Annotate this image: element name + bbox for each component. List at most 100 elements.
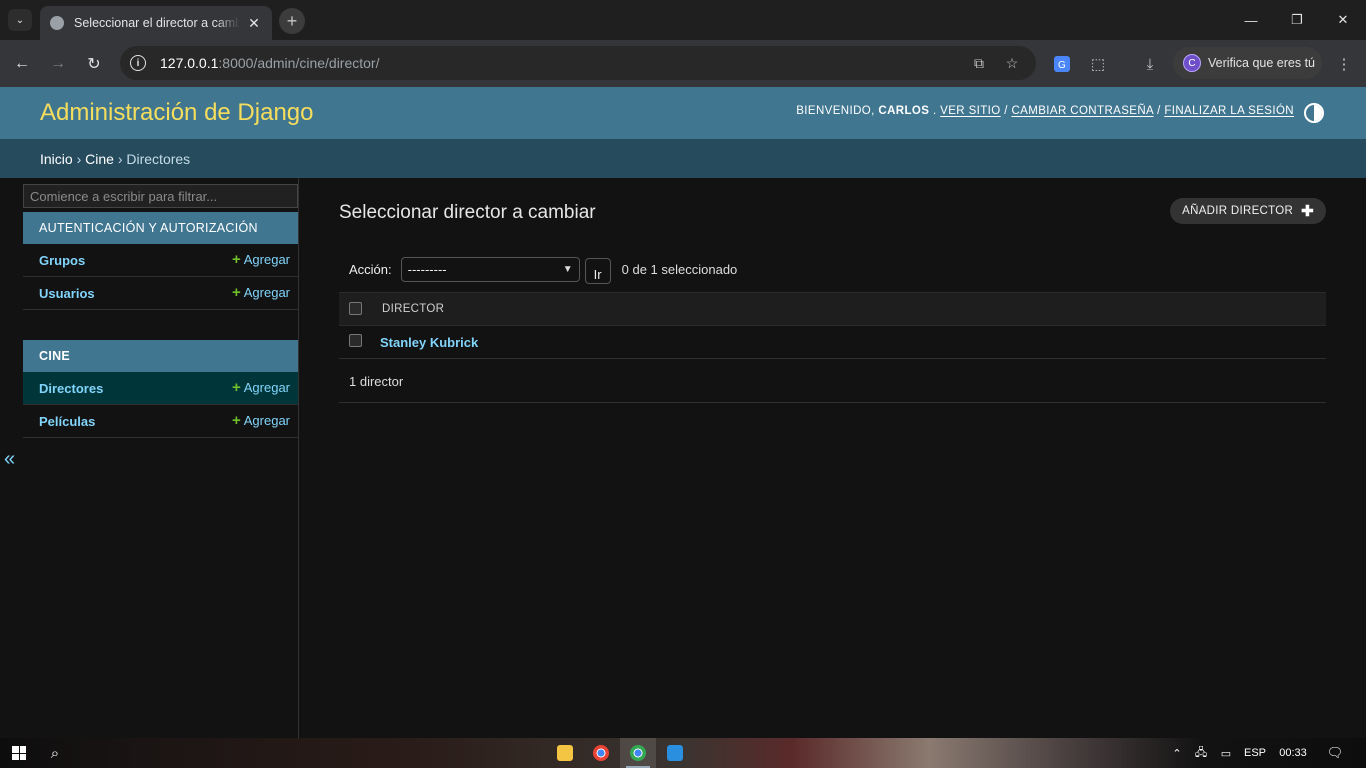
separator: / bbox=[1004, 105, 1008, 117]
action-select[interactable]: --------- ▼ bbox=[400, 256, 580, 282]
add-label: Agregar bbox=[243, 285, 290, 300]
chrome-icon[interactable] bbox=[584, 738, 618, 768]
browser-tab[interactable]: Seleccionar el director a cambiar | Siti… bbox=[40, 6, 272, 40]
username: Carlos bbox=[878, 105, 930, 117]
admin-header: Administración de Django Bienvenido, Car… bbox=[0, 87, 1366, 139]
select-all-checkbox[interactable] bbox=[349, 302, 362, 315]
breadcrumb: Inicio › Cine › Directores bbox=[0, 139, 1366, 178]
browser-menu-icon[interactable]: ⋮ bbox=[1332, 52, 1356, 76]
app-caption-cine[interactable]: Cine bbox=[23, 340, 298, 372]
main-content: Seleccionar director a cambiar Añadir di… bbox=[339, 178, 1326, 738]
add-usuarios-link[interactable]: + Agregar bbox=[232, 285, 290, 300]
view-site-link[interactable]: Ver sitio bbox=[940, 105, 1000, 117]
profile-chip[interactable]: C Verifica que eres tú bbox=[1173, 47, 1322, 79]
page-title: Seleccionar director a cambiar bbox=[339, 202, 596, 223]
globe-icon bbox=[50, 16, 64, 30]
add-peliculas-link[interactable]: + Agregar bbox=[232, 413, 290, 428]
bookmark-star-icon[interactable]: ☆ bbox=[1003, 54, 1021, 72]
action-bar: Acción: --------- ▼ Ir 0 de 1 selecciona… bbox=[349, 254, 737, 284]
network-icon[interactable]: 🖧 bbox=[1190, 738, 1212, 768]
tab-search-chevron-icon[interactable]: ⌄ bbox=[8, 9, 32, 31]
sidebar-item-directores: Directores + Agregar bbox=[23, 372, 298, 405]
nav-sidebar: Autenticación y autorización Grupos +Agr… bbox=[22, 178, 299, 738]
download-icon[interactable]: ⤓ bbox=[1138, 52, 1162, 76]
add-director-button[interactable]: Añadir director ✚ bbox=[1170, 198, 1326, 224]
tab-close-icon[interactable]: ✕ bbox=[246, 15, 262, 32]
add-label: Agregar bbox=[243, 380, 290, 395]
reload-button[interactable]: ↻ bbox=[82, 52, 106, 76]
theme-toggle-icon[interactable] bbox=[1304, 103, 1324, 123]
row-link-director[interactable]: Stanley Kubrick bbox=[380, 335, 478, 350]
site-info-icon[interactable]: i bbox=[130, 55, 146, 71]
google-translate-extension-icon[interactable]: G bbox=[1050, 52, 1074, 76]
table-row: Stanley Kubrick bbox=[339, 326, 1326, 359]
breadcrumb-home[interactable]: Inicio bbox=[40, 151, 73, 167]
add-label: Agregar bbox=[243, 413, 290, 428]
plus-icon: + bbox=[231, 412, 241, 429]
profile-label: Verifica que eres tú bbox=[1208, 56, 1316, 70]
selection-counter: 0 de 1 seleccionado bbox=[621, 261, 738, 277]
model-link-usuarios[interactable]: Usuarios bbox=[39, 286, 95, 301]
change-password-link[interactable]: Cambiar contraseña bbox=[1011, 105, 1153, 117]
extensions-puzzle-icon[interactable]: ⬚ bbox=[1086, 52, 1110, 76]
sidebar-collapse-toggle[interactable]: « bbox=[4, 448, 15, 471]
address-bar[interactable]: i 127.0.0.1:8000/admin/cine/director/ ⧉ … bbox=[120, 46, 1036, 80]
site-brand[interactable]: Administración de Django bbox=[40, 99, 313, 127]
app-caption-auth[interactable]: Autenticación y autorización bbox=[23, 212, 298, 244]
profile-avatar: C bbox=[1183, 54, 1201, 72]
windows-taskbar: ⌕ ⌃ 🖧 ▭ ESP 00:33 🗨 bbox=[0, 738, 1366, 768]
back-button[interactable]: ← bbox=[10, 52, 34, 76]
action-selected-value: --------- bbox=[407, 261, 447, 277]
model-link-directores[interactable]: Directores bbox=[39, 381, 103, 396]
add-directores-link[interactable]: + Agregar bbox=[232, 380, 290, 395]
separator: / bbox=[1157, 105, 1161, 117]
app-module-auth: Autenticación y autorización Grupos + Agr… bbox=[23, 212, 298, 310]
show-hidden-icons-chevron-icon[interactable]: ⌃ bbox=[1166, 738, 1188, 768]
add-label: Agregar bbox=[243, 252, 290, 267]
add-grupos-link[interactable]: + Agregar bbox=[232, 252, 290, 267]
forward-button[interactable]: → bbox=[46, 52, 70, 76]
sidebar-item-usuarios: Usuarios + Agregar bbox=[23, 277, 298, 310]
vscode-icon[interactable] bbox=[658, 738, 692, 768]
go-button[interactable]: Ir bbox=[584, 258, 611, 284]
breadcrumb-current: Directores bbox=[126, 151, 191, 167]
sidebar-item-peliculas: Películas + Agregar bbox=[23, 405, 298, 438]
plus-icon: + bbox=[231, 251, 241, 268]
breadcrumb-separator: › bbox=[117, 151, 123, 167]
plus-icon: ✚ bbox=[1301, 203, 1314, 220]
translate-icon[interactable]: ⧉ bbox=[970, 54, 988, 72]
logout-link[interactable]: Finalizar la sesión bbox=[1164, 105, 1294, 117]
separator: . bbox=[932, 105, 937, 117]
breadcrumb-separator: › bbox=[76, 151, 82, 167]
windows-logo-icon bbox=[12, 746, 26, 760]
search-icon[interactable]: ⌕ bbox=[38, 738, 72, 768]
paginator: 1 director bbox=[339, 359, 1326, 403]
row-checkbox[interactable] bbox=[349, 334, 362, 347]
sidebar-item-grupos: Grupos + Agregar bbox=[23, 244, 298, 277]
model-link-peliculas[interactable]: Películas bbox=[39, 414, 95, 429]
column-header-director[interactable]: Director bbox=[382, 303, 444, 315]
file-explorer-icon[interactable] bbox=[548, 738, 582, 768]
model-link-grupos[interactable]: Grupos bbox=[39, 253, 85, 268]
start-button[interactable] bbox=[2, 738, 36, 768]
minimize-button[interactable]: — bbox=[1228, 0, 1274, 40]
add-director-label: Añadir director bbox=[1182, 205, 1294, 217]
notification-icon[interactable]: 🗨 bbox=[1320, 738, 1350, 768]
plus-icon: + bbox=[231, 284, 241, 301]
nav-filter-input[interactable] bbox=[23, 184, 298, 208]
new-tab-button[interactable]: + bbox=[279, 8, 305, 34]
browser-tab-strip: ⌄ Seleccionar el director a cambiar | Si… bbox=[0, 0, 1366, 40]
app-module-cine: Cine Directores + Agregar Películas + Agre… bbox=[23, 340, 298, 438]
url-text[interactable]: 127.0.0.1:8000/admin/cine/director/ bbox=[160, 55, 379, 71]
tab-title: Seleccionar el director a cambiar | Siti… bbox=[74, 16, 240, 30]
language-indicator[interactable]: ESP bbox=[1240, 738, 1270, 768]
action-label: Acción: bbox=[349, 261, 392, 277]
browser-toolbar: ← → ↻ i 127.0.0.1:8000/admin/cine/direct… bbox=[0, 40, 1366, 87]
table-header: Director bbox=[339, 292, 1326, 326]
chrome-active-icon[interactable] bbox=[620, 738, 656, 768]
battery-icon[interactable]: ▭ bbox=[1214, 738, 1238, 768]
breadcrumb-app[interactable]: Cine bbox=[85, 151, 114, 167]
restore-button[interactable]: ❐ bbox=[1274, 0, 1320, 40]
clock[interactable]: 00:33 bbox=[1272, 738, 1314, 768]
close-window-button[interactable]: ✕ bbox=[1320, 0, 1366, 40]
